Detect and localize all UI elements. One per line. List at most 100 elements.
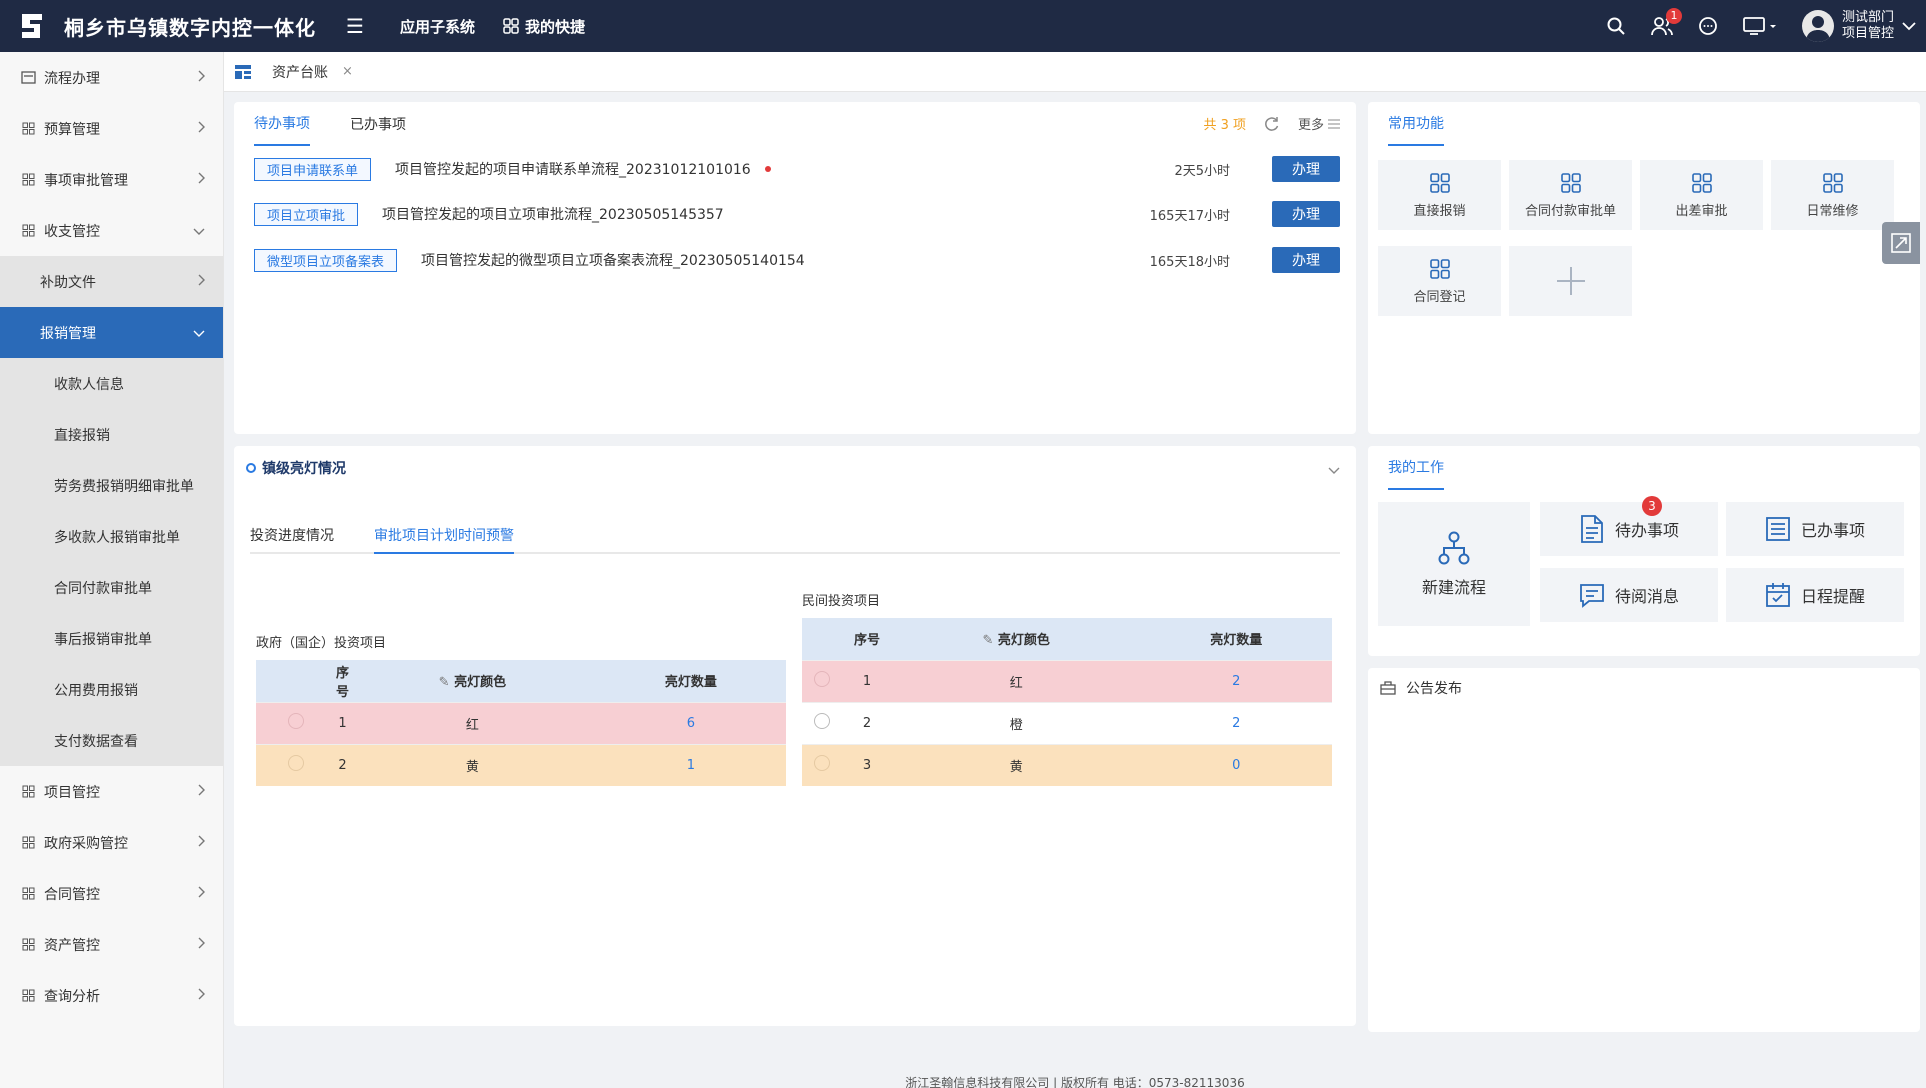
grid-icon: [1691, 172, 1712, 193]
sidebar-item-contract[interactable]: 合同管控: [0, 868, 223, 919]
chevron-right-icon: [197, 121, 205, 137]
gov-table-title: 政府（国企）投资项目: [256, 636, 387, 651]
sidebar-item-budget[interactable]: 预算管理: [0, 103, 223, 154]
work-todo-button[interactable]: 待办事项 3: [1540, 496, 1718, 556]
handle-button[interactable]: 办理: [1272, 201, 1340, 227]
sidebar-item-subsidy-docs[interactable]: 补助文件: [0, 256, 223, 307]
sidebar-item-payee-info[interactable]: 收款人信息: [0, 358, 223, 409]
nav-my-shortcuts[interactable]: 我的快捷: [503, 16, 585, 37]
header-count: 亮灯数量: [595, 660, 786, 702]
chevron-down-icon: [193, 223, 205, 239]
todo-badge: 3: [1642, 496, 1662, 516]
handle-button[interactable]: 办理: [1272, 156, 1340, 182]
todo-tag[interactable]: 微型项目立项备案表: [254, 248, 398, 272]
todo-tag[interactable]: 项目申请联系单: [254, 157, 372, 181]
new-flow-button[interactable]: 新建流程: [1378, 502, 1530, 626]
user-role: 项目管控: [1841, 26, 1894, 41]
user-menu[interactable]: 测试部门 项目管控: [1801, 10, 1916, 42]
row-radio[interactable]: [288, 713, 304, 729]
chevron-down-icon[interactable]: [1328, 462, 1340, 478]
table-row[interactable]: 2 黄 1: [256, 743, 786, 786]
row-radio[interactable]: [288, 755, 304, 772]
private-table-title: 民间投资项目: [802, 594, 881, 609]
grid-icon: [20, 886, 36, 902]
sidebar-item-approval[interactable]: 事项审批管理: [0, 154, 223, 205]
table-row[interactable]: 1 红 2: [802, 659, 1332, 702]
grid-icon: [20, 835, 36, 851]
notification-badge: 1: [1665, 8, 1682, 24]
chevron-right-icon: [197, 988, 205, 1004]
list-icon: [1766, 517, 1790, 541]
table-row[interactable]: 3 黄 0: [802, 743, 1332, 786]
sidebar-item-procurement[interactable]: 政府采购管控: [0, 817, 223, 868]
close-icon[interactable]: ×: [342, 64, 353, 79]
quick-functions-title: 常用功能: [1388, 102, 1444, 146]
sidebar-item-query[interactable]: 查询分析: [0, 970, 223, 1021]
more-link[interactable]: 更多: [1298, 114, 1340, 133]
sidebar-item-reimbursement[interactable]: 报销管理: [0, 307, 223, 358]
sidebar-item-post-reimburse[interactable]: 事后报销审批单: [0, 613, 223, 664]
todo-tag[interactable]: 项目立项审批: [254, 202, 359, 226]
tab-todo[interactable]: 待办事项: [254, 102, 310, 146]
menu-toggle-icon[interactable]: ☰: [346, 14, 364, 38]
edit-icon: ✎: [438, 675, 450, 691]
users-notification-icon[interactable]: 1: [1650, 8, 1682, 38]
work-unread-button[interactable]: 待阅消息: [1540, 568, 1718, 622]
todo-time: 2天5小时: [1174, 163, 1230, 179]
sidebar-item-multi-payee[interactable]: 多收款人报销审批单: [0, 511, 223, 562]
user-dept: 测试部门: [1841, 10, 1894, 25]
todo-title[interactable]: 项目管控发起的微型项目立项备案表流程_20230505140154: [421, 250, 805, 270]
list-item: 项目立项审批 项目管控发起的项目立项审批流程_20230505145357 16…: [254, 199, 1340, 229]
sidebar-item-public-expense[interactable]: 公用费用报销: [0, 664, 223, 715]
tab-done[interactable]: 已办事项: [350, 102, 406, 146]
quick-daily-repair[interactable]: 日常维修: [1771, 160, 1894, 230]
handle-button[interactable]: 办理: [1272, 247, 1340, 273]
fullscreen-button[interactable]: [1882, 222, 1920, 264]
work-done-button[interactable]: 已办事项: [1726, 502, 1904, 556]
tab-asset-ledger[interactable]: 资产台账 ×: [272, 62, 353, 82]
sidebar-item-direct-reimburse[interactable]: 直接报销: [0, 409, 223, 460]
chevron-right-icon: [197, 886, 205, 902]
refresh-icon[interactable]: [1264, 116, 1280, 132]
quick-business-trip[interactable]: 出差审批: [1640, 160, 1763, 230]
row-radio[interactable]: [814, 713, 830, 729]
sidebar-item-process[interactable]: 流程办理: [0, 52, 223, 103]
edit-icon: ✎: [982, 633, 994, 649]
chevron-down-icon: [1902, 22, 1916, 31]
tab-investment-progress[interactable]: 投资进度情况: [250, 517, 334, 553]
header-color: ✎ 亮灯颜色: [349, 660, 596, 702]
sidebar-item-labor-fee[interactable]: 劳务费报销明细审批单: [0, 460, 223, 511]
nav-app-subsystem[interactable]: 应用子系统: [400, 16, 475, 37]
row-radio[interactable]: [814, 755, 830, 772]
list-icon: [1328, 119, 1340, 128]
message-icon[interactable]: [1696, 14, 1720, 38]
grid-icon: [503, 18, 519, 34]
sidebar-item-income-expense[interactable]: 收支管控: [0, 205, 223, 256]
table-row[interactable]: 2 橙 2: [802, 701, 1332, 744]
private-lamp-table: 序号 ✎ 亮灯颜色 亮灯数量 1 红 2 2 橙 2 3 黄 0: [802, 618, 1332, 786]
add-shortcut-button[interactable]: [1509, 246, 1632, 316]
sidebar-item-payment-data[interactable]: 支付数据查看: [0, 715, 223, 766]
grid-icon: [1560, 172, 1581, 193]
app-title: 桐乡市乌镇数字内控一体化: [64, 15, 316, 40]
document-icon: [1581, 515, 1603, 543]
quick-contract-register[interactable]: 合同登记: [1378, 246, 1501, 316]
sidebar-item-contract-payment[interactable]: 合同付款审批单: [0, 562, 223, 613]
dashboard-icon: [235, 64, 251, 79]
work-schedule-button[interactable]: 日程提醒: [1726, 568, 1904, 622]
table-row[interactable]: 1 红 6: [256, 701, 786, 744]
grid-icon: [20, 784, 36, 800]
chevron-right-icon: [197, 70, 205, 86]
todo-title[interactable]: 项目管控发起的项目立项审批流程_20230505145357: [382, 204, 724, 224]
header-count: 亮灯数量: [1140, 618, 1332, 660]
screen-dropdown-icon[interactable]: [1742, 14, 1780, 38]
sidebar-item-asset[interactable]: 资产管控: [0, 919, 223, 970]
sidebar-item-project[interactable]: 项目管控: [0, 766, 223, 817]
todo-title[interactable]: 项目管控发起的项目申请联系单流程_20231012101016: [395, 159, 751, 179]
quick-direct-reimburse[interactable]: 直接报销: [1378, 160, 1501, 230]
tab-approval-warning[interactable]: 审批项目计划时间预警: [374, 518, 514, 554]
row-radio[interactable]: [814, 671, 830, 687]
quick-contract-payment[interactable]: 合同付款审批单: [1509, 160, 1632, 230]
search-icon[interactable]: [1604, 14, 1628, 38]
todo-count: 共 3 项: [1203, 118, 1246, 133]
